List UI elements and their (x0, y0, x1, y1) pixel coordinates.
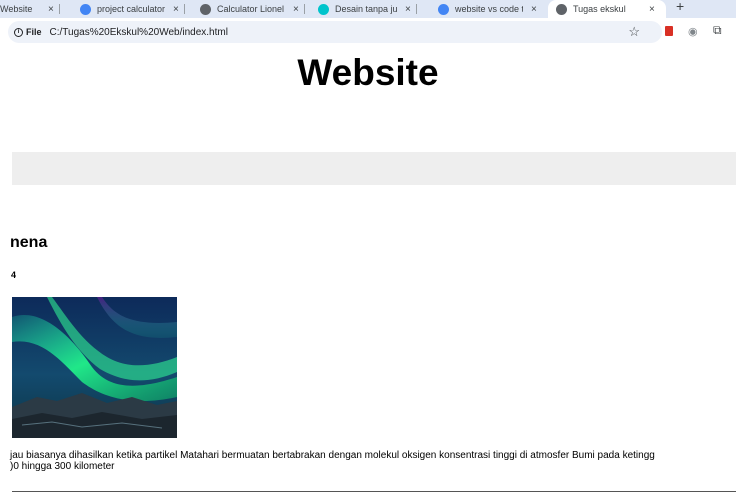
tab-separator (183, 4, 185, 14)
tab-title: Desain tanpa judul (335, 4, 397, 14)
section-heading: nena (10, 234, 48, 251)
tab-website[interactable]: Website × (0, 0, 60, 18)
tab-project-calculator[interactable]: project calculator × (80, 0, 185, 18)
close-icon[interactable]: × (405, 4, 411, 15)
google-icon (438, 3, 449, 15)
aurora-image (12, 297, 177, 438)
close-icon[interactable]: × (531, 4, 537, 15)
address-bar[interactable]: i File C:/Tugas%20Ekskul%20Web/index.htm… (8, 21, 662, 43)
tab-title: website vs code ta (455, 4, 523, 14)
tab-title: Tugas ekskul (573, 4, 626, 14)
extension-globe-icon[interactable]: ◉ (688, 25, 698, 38)
info-icon: i (14, 27, 23, 37)
tab-tugas-ekskul[interactable]: Tugas ekskul × (548, 0, 666, 18)
bookmark-star-icon[interactable]: ☆ (628, 24, 640, 40)
site-info-label: File (26, 27, 42, 37)
globe-icon (200, 3, 211, 15)
description-text: jau biasanya dihasilkan ketika partikel … (10, 450, 736, 472)
globe-icon (556, 3, 567, 15)
section-subheading: 4 (11, 270, 17, 280)
tab-separator (58, 4, 60, 14)
description-line-2: )0 hingga 300 kilometer (10, 461, 115, 472)
page-title: Website (297, 52, 439, 93)
tab-title: Calculator Lionel (217, 4, 285, 14)
browser-toolbar: i File C:/Tugas%20Ekskul%20Web/index.htm… (0, 18, 736, 46)
tab-calculator-lionel[interactable]: Calculator Lionel × (200, 0, 305, 18)
new-tab-button[interactable]: + (676, 0, 684, 14)
tab-title: project calculator (97, 4, 165, 14)
close-icon[interactable]: × (48, 4, 54, 15)
tab-website-vs-code[interactable]: website vs code ta × (438, 0, 537, 18)
canva-icon (318, 3, 329, 15)
tab-desain-tanpa-judul[interactable]: Desain tanpa judul × (318, 0, 417, 18)
url-text[interactable]: C:/Tugas%20Ekskul%20Web/index.html (50, 27, 228, 38)
close-icon[interactable]: × (173, 4, 179, 15)
page-content: Website nena 4 jau biasanya dihasilkan k… (0, 46, 736, 492)
close-icon[interactable]: × (293, 4, 299, 15)
google-icon (80, 3, 91, 15)
description-line-1: jau biasanya dihasilkan ketika partikel … (10, 450, 655, 461)
site-info-chip[interactable]: i File (14, 27, 42, 37)
nav-bar (12, 152, 736, 185)
extension-red-icon[interactable] (665, 26, 673, 36)
extensions-puzzle-icon[interactable]: ⧉ (713, 23, 722, 38)
tab-separator (303, 4, 305, 14)
tab-title: Website (0, 4, 33, 14)
tab-separator (415, 4, 417, 14)
tab-strip: Website × project calculator × Calculato… (0, 0, 736, 18)
close-icon[interactable]: × (649, 4, 655, 15)
